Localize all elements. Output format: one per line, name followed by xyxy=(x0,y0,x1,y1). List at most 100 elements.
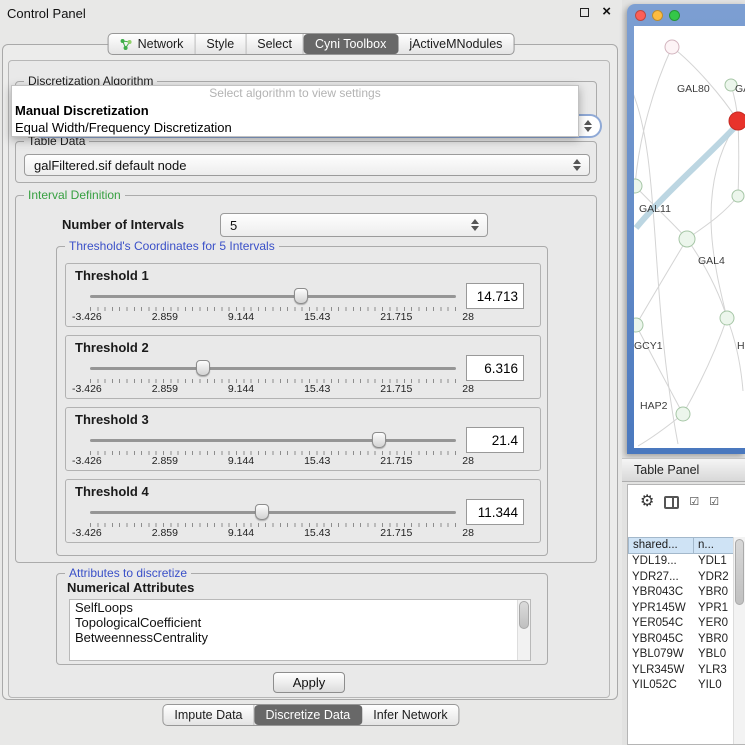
cell-shared-name[interactable]: YDR27... xyxy=(628,570,694,586)
table-scrollbar[interactable] xyxy=(733,537,745,744)
scrollbar-thumb[interactable] xyxy=(735,539,744,605)
slider-scale-label: 15.43 xyxy=(304,455,330,467)
table-row[interactable]: YLR345W YLR3 xyxy=(628,663,745,679)
cell-shared-name[interactable]: YBR043C xyxy=(628,585,694,601)
slider-scale-label: 2.859 xyxy=(152,383,178,395)
tab-select[interactable]: Select xyxy=(246,34,304,54)
select-all-icon[interactable]: ☑ xyxy=(709,497,719,508)
threshold-2-slider[interactable] xyxy=(90,360,456,378)
cell-shared-name[interactable]: YPR145W xyxy=(628,601,694,617)
cell-shared-name[interactable]: YIL052C xyxy=(628,678,694,694)
cell-shared-name[interactable]: YER054C xyxy=(628,616,694,632)
slider-scale-label: 21.715 xyxy=(380,383,412,395)
table-row[interactable]: YPR145W YPR1 xyxy=(628,601,745,617)
table-row[interactable]: YBL079W YBL0 xyxy=(628,647,745,663)
select-columns-icon[interactable]: ☑ xyxy=(689,497,699,508)
table-row[interactable]: YBR045C YBR0 xyxy=(628,632,745,648)
network-node-gal4[interactable] xyxy=(679,231,695,247)
network-node-hap2[interactable] xyxy=(676,407,690,421)
apply-button[interactable]: Apply xyxy=(273,672,345,693)
list-item[interactable]: TopologicalCoefficient xyxy=(70,615,530,630)
tab-infer-network[interactable]: Infer Network xyxy=(362,705,458,725)
network-node[interactable] xyxy=(720,311,734,325)
minimize-traffic-light-icon[interactable] xyxy=(652,10,663,21)
table-data-combobox[interactable]: galFiltered.sif default node xyxy=(24,154,590,176)
threshold-4-slider[interactable] xyxy=(90,504,456,522)
scrollbar-thumb[interactable] xyxy=(519,601,529,629)
zoom-traffic-light-icon[interactable] xyxy=(669,10,680,21)
slider-track[interactable] xyxy=(90,367,456,370)
tab-style[interactable]: Style xyxy=(195,34,246,54)
control-panel: Control Panel × Network Style Select Cyn… xyxy=(0,0,622,745)
slider-scale-label: 28 xyxy=(462,311,474,323)
slider-thumb[interactable] xyxy=(372,432,386,448)
tab-network[interactable]: Network xyxy=(109,34,196,54)
network-canvas[interactable]: GAL80 GAL11 GAL4 GCY1 HAP2 GA H xyxy=(634,26,745,448)
panel-title: Control Panel xyxy=(7,6,86,21)
threshold-2-value-field[interactable]: 6.316 xyxy=(466,355,524,381)
slider-track[interactable] xyxy=(90,295,456,298)
list-item[interactable]: BetweennessCentrality xyxy=(70,630,530,645)
threshold-label: Threshold 3 xyxy=(75,412,149,427)
slider-scale-label: 28 xyxy=(462,455,474,467)
top-tab-bar: Network Style Select Cyni Toolbox jActiv… xyxy=(108,33,515,55)
slider-scale-label: 15.43 xyxy=(304,383,330,395)
slider-scale: -3.4262.8599.14415.4321.71528 xyxy=(72,311,474,323)
node-label: GCY1 xyxy=(634,340,663,352)
float-window-icon[interactable] xyxy=(580,8,589,17)
slider-thumb[interactable] xyxy=(196,360,210,376)
tab-impute-data[interactable]: Impute Data xyxy=(163,705,254,725)
close-icon[interactable]: × xyxy=(602,3,611,20)
network-node[interactable] xyxy=(634,179,642,193)
close-traffic-light-icon[interactable] xyxy=(635,10,646,21)
network-view-window[interactable]: GAL80 GAL11 GAL4 GCY1 HAP2 GA H xyxy=(627,4,745,454)
dropdown-option-manual[interactable]: Manual Discretization xyxy=(12,102,578,119)
cell-shared-name[interactable]: YDL19... xyxy=(628,554,694,570)
columns-icon[interactable] xyxy=(664,496,679,509)
slider-scale-label: 2.859 xyxy=(152,455,178,467)
tab-jactivemnodules[interactable]: jActiveMNodules xyxy=(398,34,513,54)
threshold-3-value-field[interactable]: 21.4 xyxy=(466,427,524,453)
selected-network-node[interactable] xyxy=(729,112,745,130)
tab-label: Cyni Toolbox xyxy=(315,37,386,51)
threshold-3-slider[interactable] xyxy=(90,432,456,450)
network-node[interactable] xyxy=(732,190,744,202)
tab-label: Select xyxy=(257,37,292,51)
table-panel-title: Table Panel xyxy=(634,459,699,482)
threshold-4-box: Threshold 4 -3.4262.8599.14415.4321.7152… xyxy=(65,479,541,543)
slider-scale-label: -3.426 xyxy=(72,311,102,323)
slider-thumb[interactable] xyxy=(294,288,308,304)
network-node-gcy1[interactable] xyxy=(634,318,643,332)
threshold-1-slider[interactable] xyxy=(90,288,456,306)
network-node[interactable] xyxy=(665,40,679,54)
table-data-group: Table Data galFiltered.sif default node xyxy=(15,141,597,183)
threshold-4-value-field[interactable]: 11.344 xyxy=(466,499,524,525)
cell-shared-name[interactable]: YBL079W xyxy=(628,647,694,663)
column-header-shared-name[interactable]: shared... xyxy=(628,537,694,554)
table-row[interactable]: YDL19... YDL1 xyxy=(628,554,745,570)
threshold-2-box: Threshold 2 -3.4262.8599.14415.4321.7152… xyxy=(65,335,541,399)
slider-thumb[interactable] xyxy=(255,504,269,520)
table-panel: ⚙ ☑ ☑ shared... n... YDL19... YDL1 YDR27… xyxy=(627,484,745,745)
numerical-attributes-list[interactable]: SelfLoopsTopologicalCoefficientBetweenne… xyxy=(69,599,531,661)
scrollbar[interactable] xyxy=(517,600,530,660)
tab-discretize-data[interactable]: Discretize Data xyxy=(255,705,363,725)
table-row[interactable]: YDR27... YDR2 xyxy=(628,570,745,586)
node-label: HAP2 xyxy=(640,400,668,412)
table-row[interactable]: YER054C YER0 xyxy=(628,616,745,632)
cell-shared-name[interactable]: YBR045C xyxy=(628,632,694,648)
slider-track[interactable] xyxy=(90,439,456,442)
cell-shared-name[interactable]: YLR345W xyxy=(628,663,694,679)
table-row[interactable]: YIL052C YIL0 xyxy=(628,678,745,694)
number-of-intervals-combobox[interactable]: 5 xyxy=(220,213,488,237)
slider-scale-label: 28 xyxy=(462,527,474,539)
threshold-1-value-field[interactable]: 14.713 xyxy=(466,283,524,309)
list-item[interactable]: SelfLoops xyxy=(70,600,530,615)
slider-track[interactable] xyxy=(90,511,456,514)
dropdown-option-equal-width[interactable]: Equal Width/Frequency Discretization xyxy=(12,119,578,136)
table-toolbar: ⚙ ☑ ☑ xyxy=(640,489,719,515)
tab-label: Discretize Data xyxy=(266,708,351,722)
gear-icon[interactable]: ⚙ xyxy=(640,494,654,510)
tab-cyni-toolbox[interactable]: Cyni Toolbox xyxy=(304,34,398,54)
table-row[interactable]: YBR043C YBR0 xyxy=(628,585,745,601)
